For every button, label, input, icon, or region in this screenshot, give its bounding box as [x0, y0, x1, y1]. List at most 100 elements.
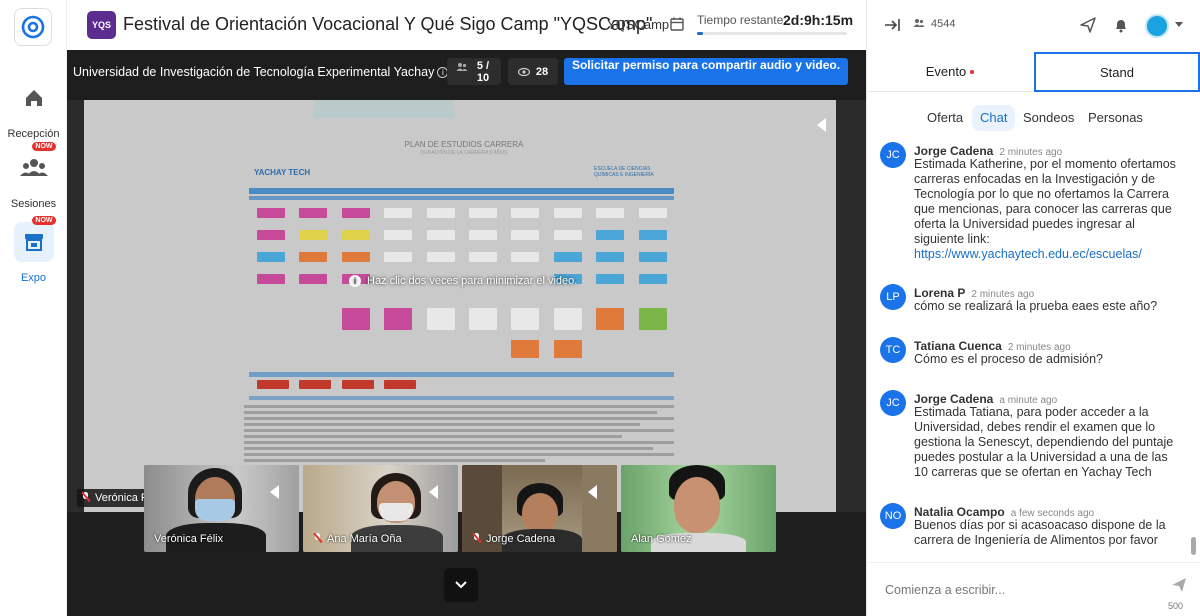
people-count: 5 / 10: [476, 59, 490, 84]
attendee-count: 4544: [913, 18, 955, 30]
request-share-button[interactable]: Solicitar permiso para compartir audio y…: [564, 58, 848, 85]
avatar[interactable]: NO: [880, 503, 906, 529]
time-remaining-value: 2d:9h:15m: [783, 12, 854, 28]
shared-slide: PLAN DE ESTUDIOS CARRERA DURACIÓN DE LA …: [84, 100, 836, 512]
subtab-chat[interactable]: Chat: [972, 105, 1016, 131]
speaker-icon[interactable]: [270, 485, 279, 499]
nav-item-expo[interactable]: NOW Expo: [0, 216, 67, 284]
chevron-down-icon[interactable]: [1175, 22, 1183, 27]
mic-off-icon: [81, 492, 90, 502]
scroll-thumb[interactable]: [1191, 537, 1196, 555]
avatar[interactable]: LP: [880, 284, 906, 310]
mic-off-icon: [472, 533, 481, 543]
eye-icon: [517, 67, 530, 76]
participant-tile[interactable]: Alan Gómez: [621, 465, 776, 552]
participant-name: Ana María Oña: [313, 533, 402, 545]
participant-name-text: Ana María Oña: [327, 533, 402, 545]
chat-scrollbar[interactable]: [1190, 142, 1196, 562]
message-text: Cómo es el proceso de admisión?: [914, 352, 1103, 366]
info-icon: i: [349, 275, 361, 287]
mic-off-icon: [313, 533, 322, 543]
room-name-text: Universidad de Investigación de Tecnolog…: [73, 65, 435, 79]
slide-title: PLAN DE ESTUDIOS CARRERA: [404, 140, 524, 149]
expand-tiles-button[interactable]: [444, 568, 478, 602]
main-tabs: Evento Stand: [867, 52, 1200, 92]
nav-item-sesiones[interactable]: NOW Sesiones: [0, 142, 67, 210]
speaker-icon[interactable]: [429, 485, 438, 499]
speaker-icon[interactable]: [588, 485, 597, 499]
participant-name-text: Jorge Cadena: [486, 533, 556, 545]
nav-label: Recepción: [7, 128, 60, 140]
time-remaining-label: Tiempo restante: [697, 13, 784, 27]
school-logo: ESCUELA DE CIENCIAS QUÍMICAS E INGENIERÍ…: [594, 166, 654, 178]
room-name: Universidad de Investigación de Tecnolog…: [73, 65, 449, 79]
chat-input[interactable]: [885, 579, 1145, 601]
message-text: cómo se realizará la prueba eaes este añ…: [914, 299, 1158, 313]
message-text: Buenos días por si acasoacaso dispone de…: [914, 518, 1166, 547]
people-count-pill: 5 / 10: [447, 58, 501, 85]
attendee-count-value: 4544: [931, 18, 956, 30]
expo-icon: NOW: [13, 216, 56, 262]
subtab-sondeos[interactable]: Sondeos: [1023, 105, 1074, 131]
video-stage: Universidad de Investigación de Tecnolog…: [67, 50, 866, 616]
app-logo[interactable]: [14, 8, 52, 46]
bell-icon[interactable]: [1112, 16, 1130, 34]
plan-band: [249, 196, 674, 200]
chat-composer: 500: [867, 562, 1200, 616]
nav-label: Expo: [20, 272, 47, 284]
tab-stand[interactable]: Stand: [1034, 52, 1200, 92]
event-logo: YQS: [87, 11, 116, 39]
time-progress-bar: [697, 32, 847, 35]
chevron-down-icon: [455, 581, 467, 589]
participant-tile[interactable]: Jorge Cadena: [462, 465, 617, 552]
slide-text-lines: [244, 405, 674, 465]
speaker-icon[interactable]: [817, 118, 826, 132]
unread-dot: [970, 69, 975, 74]
message-author: Tatiana Cuenca: [914, 339, 1002, 353]
message-text: Estimada Tatiana, para poder acceder a l…: [914, 405, 1174, 479]
now-badge: NOW: [32, 216, 56, 225]
calendar-icon[interactable]: [669, 16, 685, 32]
slide-header-strip: [314, 100, 454, 118]
subtab-oferta[interactable]: Oferta: [927, 105, 963, 131]
message-body: Estimada Katherine, por el momento ofert…: [914, 157, 1176, 246]
people-icon: [913, 19, 925, 27]
now-badge: NOW: [32, 142, 56, 151]
participant-name: Verónica Félix: [154, 533, 224, 545]
event-logo-text: YQS: [91, 20, 111, 30]
participant-tile[interactable]: Ana María Oña: [303, 465, 458, 552]
message-author: Natalia Ocampo: [914, 505, 1005, 519]
home-icon: [14, 78, 54, 118]
send-message-icon[interactable]: [1171, 577, 1187, 593]
views-count: 28: [535, 65, 549, 78]
avatar[interactable]: JC: [880, 142, 906, 168]
study-plan-grid: YACHAY TECH ESCUELA DE CIENCIAS QUÍMICAS…: [249, 160, 674, 430]
right-panel: 4544 Evento Stand Oferta Chat Sondeos Pe…: [866, 0, 1200, 616]
shared-screen[interactable]: PLAN DE ESTUDIOS CARRERA DURACIÓN DE LA …: [67, 100, 866, 512]
avatar[interactable]: TC: [880, 337, 906, 363]
event-header: YQS Festival de Orientación Vocacional Y…: [67, 0, 866, 50]
avatar[interactable]: JC: [880, 390, 906, 416]
nav-label: Sesiones: [10, 198, 57, 210]
plan-band: [249, 188, 674, 194]
message-author: Jorge Cadena: [914, 392, 994, 406]
event-code: YQSCamp: [607, 17, 670, 32]
university-logo: YACHAY TECH: [254, 168, 311, 177]
time-progress-fill: [697, 32, 703, 35]
message-author: Lorena P: [914, 286, 966, 300]
tab-evento[interactable]: Evento: [867, 52, 1033, 92]
participant-tile[interactable]: Verónica Félix: [144, 465, 299, 552]
minimize-hint: i Haz clic dos veces para minimizar el vi…: [349, 275, 577, 287]
subtab-personas[interactable]: Personas: [1088, 105, 1143, 131]
sessions-icon: NOW: [14, 142, 56, 188]
avatar[interactable]: [1145, 14, 1169, 38]
char-count: 500: [1168, 601, 1184, 611]
send-icon[interactable]: [1079, 16, 1097, 34]
nav-item-recepcion[interactable]: Recepción: [0, 78, 67, 140]
minimize-hint-text: Haz clic dos veces para minimizar el vid…: [367, 275, 578, 287]
participant-name: Jorge Cadena: [472, 533, 555, 545]
right-panel-toolbar: 4544: [867, 0, 1200, 50]
chat-messages[interactable]: JC Jorge Cadena 2 minutes ago Estimada Ka…: [867, 142, 1189, 552]
message-link[interactable]: https://www.yachaytech.edu.ec/escuelas/: [914, 247, 1142, 261]
collapse-panel-icon[interactable]: [883, 17, 901, 33]
